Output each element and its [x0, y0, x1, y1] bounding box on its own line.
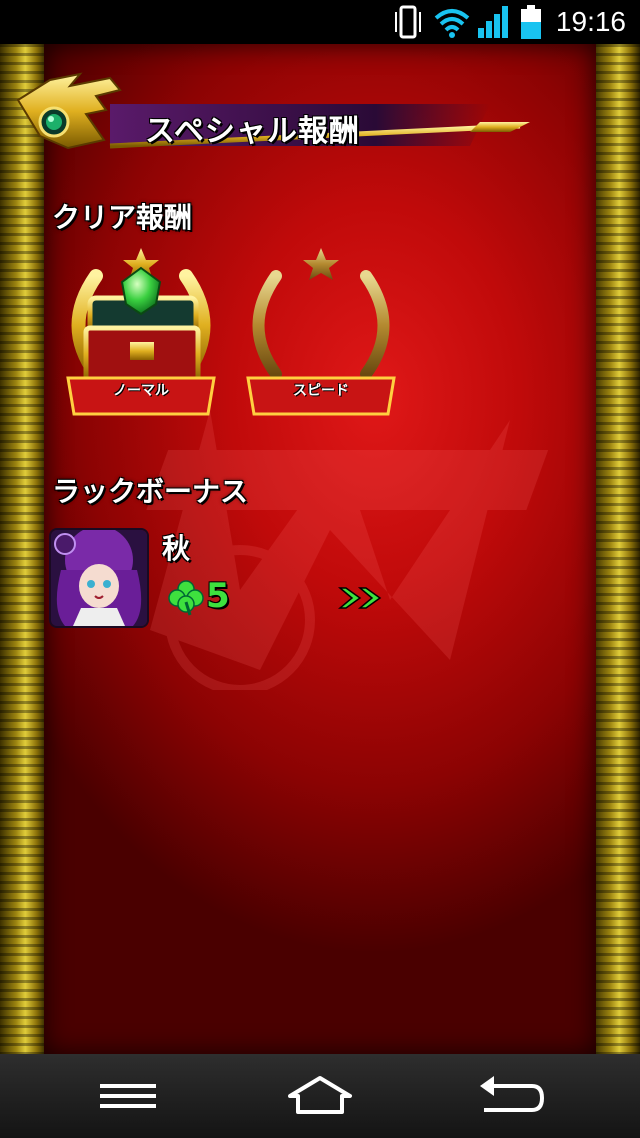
- signal-icon: [478, 6, 508, 38]
- back-icon[interactable]: [470, 1072, 550, 1120]
- page-title: スペシャル報酬: [145, 114, 360, 149]
- medal-label-normal: ノーマル: [113, 383, 169, 399]
- wifi-icon: [434, 9, 470, 38]
- home-icon[interactable]: [280, 1072, 360, 1120]
- clover-icon: [168, 580, 204, 616]
- double-arrow-icon[interactable]: [338, 586, 384, 610]
- navigation-bar: [0, 1054, 640, 1138]
- menu-icon[interactable]: [88, 1072, 168, 1120]
- status-time: 19:16: [555, 6, 626, 37]
- left-rail: [0, 44, 46, 1054]
- empty-laurel-icon[interactable]: [236, 246, 406, 436]
- vibrate-icon: [395, 5, 421, 39]
- monster-name: 秋: [162, 532, 191, 565]
- treasure-chest-icon[interactable]: [56, 246, 226, 436]
- battery-icon: [521, 5, 541, 39]
- status-bar: 19:16: [0, 0, 640, 44]
- luck-value: 5: [206, 576, 230, 616]
- medal-label-speed: スピード: [293, 383, 349, 399]
- monster-avatar[interactable]: [51, 530, 147, 626]
- right-rail: [594, 44, 640, 1054]
- clear-reward-heading: クリア報酬: [52, 201, 193, 234]
- luck-bonus-heading: ラックボーナス: [52, 475, 249, 508]
- screen: 19:16 スペシャル報酬 クリア報酬 ノーマル スピード ラックボーナス 秋 …: [0, 0, 640, 1138]
